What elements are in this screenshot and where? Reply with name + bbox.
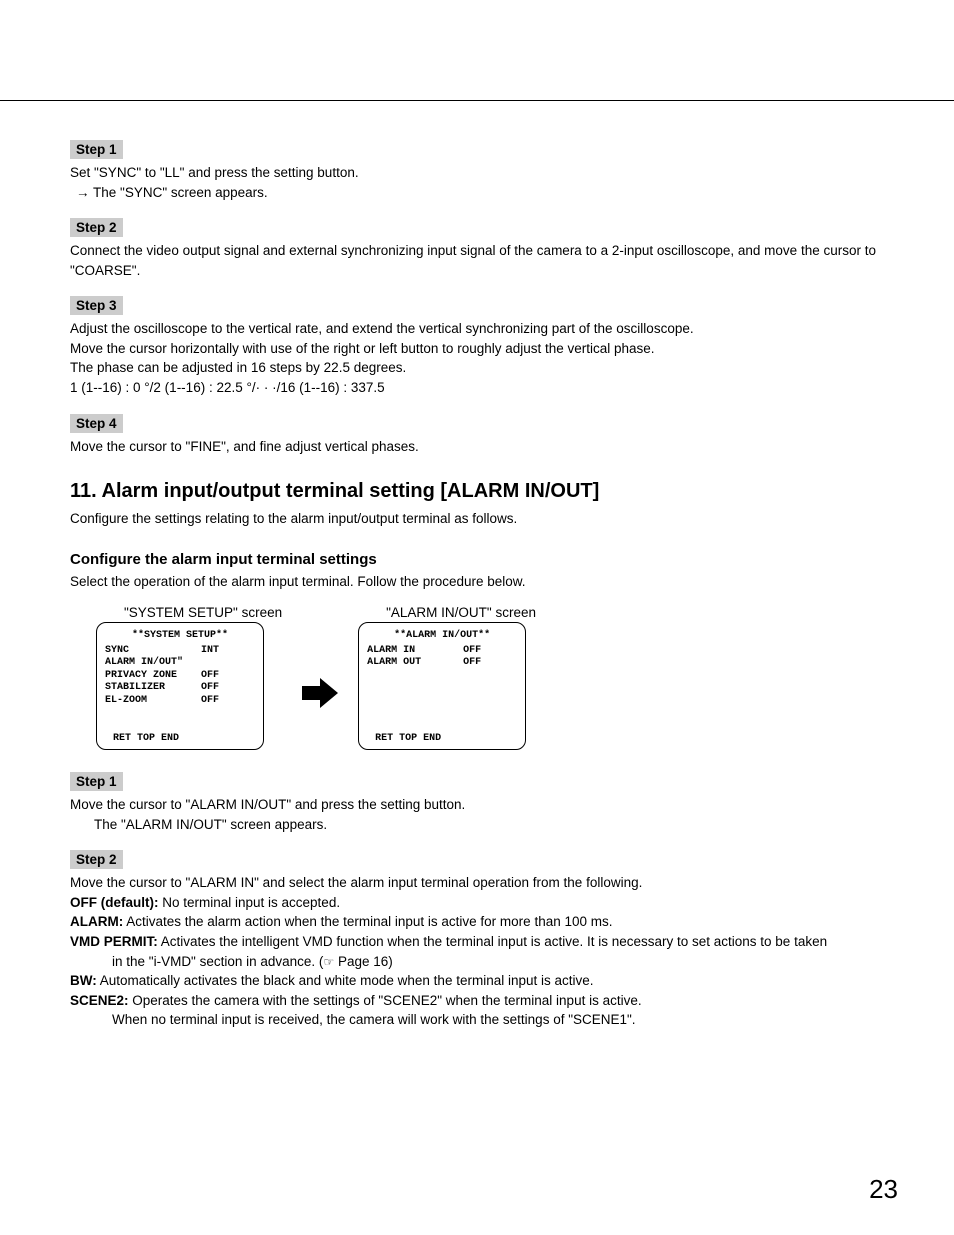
result-line: → The "SYNC" screen appears.: [76, 185, 268, 200]
screen-title: **ALARM IN/OUT**: [367, 630, 517, 643]
body-text: Move the cursor to "ALARM IN" and select…: [70, 873, 884, 1030]
step-label: Step 2: [70, 218, 123, 237]
text-line: Move the cursor horizontally with use of…: [70, 341, 655, 356]
step-label: Step 2: [70, 850, 123, 869]
text-line: 1 (1--16) : 0 °/2 (1--16) : 22.5 °/· · ·…: [70, 380, 385, 395]
screen-row: EL-ZOOM OFF: [105, 695, 255, 708]
screen-row: ALARM IN/OUT": [105, 657, 255, 670]
body-text: Set "SYNC" to "LL" and press the setting…: [70, 163, 884, 202]
screen-row: ALARM OUT OFF: [367, 657, 517, 670]
definition-continuation: in the "i-VMD" section in advance. (☞ Pa…: [112, 952, 884, 972]
definition-text: Activates the intelligent VMD function w…: [158, 934, 827, 949]
screen-caption: "ALARM IN/OUT" screen: [386, 605, 536, 620]
screen-row: SYNC INT: [105, 645, 255, 658]
reference-icon: ☞: [323, 955, 334, 969]
definition-continuation: When no terminal input is received, the …: [112, 1010, 884, 1030]
body-text: Configure the settings relating to the a…: [70, 509, 884, 529]
definition-text: Activates the alarm action when the term…: [123, 914, 612, 929]
body-text: Move the cursor to "ALARM IN/OUT" and pr…: [70, 795, 884, 834]
alarm-inout-screen: **ALARM IN/OUT** ALARM IN OFF ALARM OUT …: [358, 622, 526, 750]
definition-text: Operates the camera with the settings of…: [129, 993, 642, 1008]
text-line: Set "SYNC" to "LL" and press the setting…: [70, 165, 359, 180]
text-line: Page 16): [334, 954, 393, 969]
step-label: Step 1: [70, 140, 123, 159]
screen-row: ALARM IN OFF: [367, 645, 517, 658]
step-label: Step 1: [70, 772, 123, 791]
definition-text: No terminal input is accepted.: [158, 895, 340, 910]
screen-row: STABILIZER OFF: [105, 682, 255, 695]
body-text: Move the cursor to "FINE", and fine adju…: [70, 437, 884, 457]
screen-footer: RET TOP END: [105, 733, 255, 746]
body-text: Select the operation of the alarm input …: [70, 572, 884, 592]
definition-term: SCENE2:: [70, 993, 129, 1008]
page-number: 23: [869, 1174, 898, 1205]
arrow-right-icon: [302, 678, 338, 708]
screen-caption: "SYSTEM SETUP" screen: [124, 605, 282, 620]
text-line: The "SYNC" screen appears.: [93, 185, 268, 200]
screen-footer: RET TOP END: [367, 733, 517, 746]
arrow-right-icon: →: [76, 185, 90, 200]
section-heading: 11. Alarm input/output terminal setting …: [70, 480, 884, 503]
definition-term: OFF (default):: [70, 895, 158, 910]
definition-term: ALARM:: [70, 914, 123, 929]
definition-text: Automatically activates the black and wh…: [97, 973, 594, 988]
text-line: Move the cursor to "ALARM IN" and select…: [70, 873, 884, 893]
screen-row: PRIVACY ZONE OFF: [105, 670, 255, 683]
definition-term: BW:: [70, 973, 97, 988]
screens-row: "SYSTEM SETUP" screen **SYSTEM SETUP** S…: [70, 605, 884, 750]
screen-title: **SYSTEM SETUP**: [105, 630, 255, 643]
text-line: Move the cursor to "ALARM IN/OUT" and pr…: [70, 797, 465, 812]
body-text: Connect the video output signal and exte…: [70, 241, 884, 280]
text-line: The "ALARM IN/OUT" screen appears.: [94, 817, 327, 832]
step-label: Step 3: [70, 296, 123, 315]
text-line: in the "i-VMD" section in advance. (: [112, 954, 323, 969]
body-text: Adjust the oscilloscope to the vertical …: [70, 319, 884, 397]
definition-term: VMD PERMIT:: [70, 934, 158, 949]
step-label: Step 4: [70, 414, 123, 433]
subsection-heading: Configure the alarm input terminal setti…: [70, 551, 884, 568]
page-content: Step 1 Set "SYNC" to "LL" and press the …: [70, 140, 884, 1030]
page-top-rule: [0, 100, 954, 101]
system-setup-screen: **SYSTEM SETUP** SYNC INT ALARM IN/OUT" …: [96, 622, 264, 750]
text-line: Adjust the oscilloscope to the vertical …: [70, 321, 694, 336]
text-line: The phase can be adjusted in 16 steps by…: [70, 360, 406, 375]
